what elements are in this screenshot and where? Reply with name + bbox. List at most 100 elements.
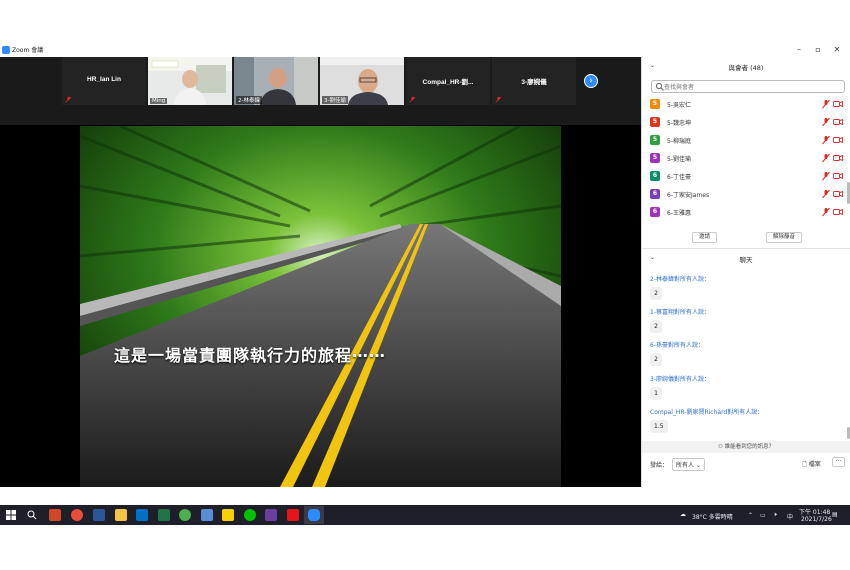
word-icon[interactable] [93, 509, 105, 521]
muted-mic-icon [822, 207, 830, 217]
avatar: 5 [650, 153, 660, 163]
participant-name: 5-魏忠坤 [667, 120, 691, 127]
participant-thumbnail[interactable]: 3-廖婉儀 [492, 57, 576, 105]
chat-message: 2 [650, 287, 662, 300]
speaker-icon[interactable]: 🕨 [773, 511, 777, 519]
chat-message: 1 [650, 387, 662, 400]
search-icon[interactable] [27, 510, 37, 520]
chat-sender: Compal_HR-劉家賢Richard對所有人說： [650, 409, 764, 416]
video-area: HR_Ian Lin Ming 2-林泰緯 3-劉佳瑜 Compal_HR-劉.… [0, 57, 641, 487]
muted-mic-icon [65, 96, 72, 103]
participant-thumbnail[interactable]: Compal_HR-劉... [406, 57, 490, 105]
invite-button[interactable]: 邀請 [692, 232, 718, 243]
muted-mic-icon [822, 171, 830, 181]
participant-video[interactable]: 3-劉佳瑜 [320, 57, 404, 105]
clock-time[interactable]: 下午 01:48 [799, 507, 830, 516]
video-caption: 2-林泰緯 [236, 96, 262, 104]
muted-mic-icon [822, 153, 830, 163]
app-icon[interactable] [201, 509, 213, 521]
sticky-notes-icon[interactable] [222, 509, 234, 521]
muted-mic-icon [495, 96, 502, 103]
avatar: 5 [650, 99, 660, 109]
video-off-icon [833, 154, 843, 162]
acrobat-icon[interactable] [287, 509, 299, 521]
participant-name: 5-吳宏仁 [667, 102, 691, 109]
send-to-dropdown[interactable]: 所有人 ⌄ [672, 458, 705, 471]
unmute-me-button[interactable]: 解除靜音 [766, 232, 803, 243]
file-button[interactable]: 🗋 檔案 [802, 459, 821, 470]
window-title: Zoom 會議 [12, 47, 44, 54]
participant-video[interactable]: 2-林泰緯 [234, 57, 318, 105]
folder-icon[interactable] [115, 509, 127, 521]
participant-row[interactable]: 5 5-柳瑞庭 [650, 133, 844, 147]
powerpoint-icon[interactable] [49, 509, 61, 521]
weather-icon: ☁ [680, 511, 686, 518]
muted-mic-icon [409, 96, 416, 103]
people-icon: ⚇ [717, 444, 725, 450]
participant-name: 6-丁家安James [667, 192, 710, 199]
chrome-icon[interactable] [71, 509, 83, 521]
participant-thumbnail[interactable]: HR_Ian Lin [62, 57, 146, 105]
file-icon: 🗋 [802, 461, 809, 468]
notification-icon[interactable]: ▤ [832, 511, 838, 518]
muted-mic-icon [822, 117, 830, 127]
participant-video[interactable]: Ming [148, 57, 232, 105]
ime-indicator[interactable]: 中 [787, 512, 793, 521]
maximize-icon[interactable]: ▫ [812, 43, 824, 57]
side-panel: ⌄ 與會者 (48) 5 5-吳宏仁 5 5-魏忠坤 5 5-柳瑞庭 5 5-劉… [641, 57, 850, 487]
network-icon[interactable]: ▭ [760, 512, 766, 519]
chat-sender: 1-蔡富翔對所有人說： [650, 309, 710, 316]
more-button[interactable]: ··· [832, 457, 845, 467]
who-can-see-link[interactable]: ⚇ 誰能看到您的訊息？ [642, 441, 850, 453]
participants-header: 與會者 (48) [728, 64, 764, 72]
video-off-icon [833, 172, 843, 180]
who-can-see-text: 誰能看到您的訊息？ [724, 444, 775, 450]
participant-row[interactable]: 6 6-丁佳豪 [650, 169, 844, 183]
muted-mic-icon [822, 135, 830, 145]
windows-start-icon[interactable] [6, 510, 16, 520]
close-icon[interactable]: ✕ [831, 43, 843, 57]
avatar: 5 [650, 117, 660, 127]
video-off-icon [833, 100, 843, 108]
divider [642, 248, 850, 249]
line-icon[interactable] [244, 509, 256, 521]
muted-mic-icon [822, 99, 830, 109]
participant-row[interactable]: 6 6-王雅惠 [650, 205, 844, 219]
chrome-icon[interactable] [179, 509, 191, 521]
tray-arrow-icon[interactable]: ⌃ [748, 512, 753, 519]
avatar: 5 [650, 135, 660, 145]
participant-row[interactable]: 5 5-魏忠坤 [650, 115, 844, 129]
participant-row[interactable]: 5 5-吳宏仁 [650, 97, 844, 111]
send-to-label: 發給： [650, 462, 669, 469]
thumbnail-strip: HR_Ian Lin Ming 2-林泰緯 3-劉佳瑜 Compal_HR-劉.… [0, 57, 641, 125]
zoom-icon[interactable] [308, 509, 320, 521]
share-overlay-text: 這是一場當責團隊執行力的旅程⋯⋯ [114, 346, 387, 365]
file-label: 檔案 [808, 461, 821, 468]
chat-sender: 6-孫豪對所有人說： [650, 342, 704, 349]
clock-date[interactable]: 2021/7/26 [801, 516, 832, 523]
chevron-right-icon: › [589, 76, 593, 86]
weather-text: 38°C 多雲時晴 [692, 514, 733, 521]
video-caption: 3-劉佳瑜 [322, 96, 348, 104]
minimize-icon[interactable]: – [793, 43, 805, 57]
next-page-button[interactable]: › [584, 74, 598, 88]
excel-icon[interactable] [158, 509, 170, 521]
thumbnail-name: HR_Ian Lin [87, 76, 121, 83]
send-to-value: 所有人 [676, 462, 695, 469]
video-off-icon [833, 190, 843, 198]
thumbnail-name: Compal_HR-劉... [422, 79, 474, 86]
chat-message: 2 [650, 320, 662, 333]
app-icon[interactable] [265, 509, 277, 521]
outlook-icon[interactable] [136, 509, 148, 521]
participant-search[interactable] [651, 80, 845, 93]
avatar: 6 [650, 189, 660, 199]
participant-row[interactable]: 6 6-丁家安James [650, 187, 844, 201]
chat-message: 2 [650, 353, 662, 366]
chat-sender: 2-林泰緯對所有人說： [650, 276, 710, 283]
search-input[interactable] [664, 82, 840, 92]
video-off-icon [833, 118, 843, 126]
avatar: 6 [650, 171, 660, 181]
participant-row[interactable]: 5 5-劉佳瑜 [650, 151, 844, 165]
thumbnail-name: 3-廖婉儀 [521, 79, 547, 86]
muted-mic-icon [822, 189, 830, 199]
